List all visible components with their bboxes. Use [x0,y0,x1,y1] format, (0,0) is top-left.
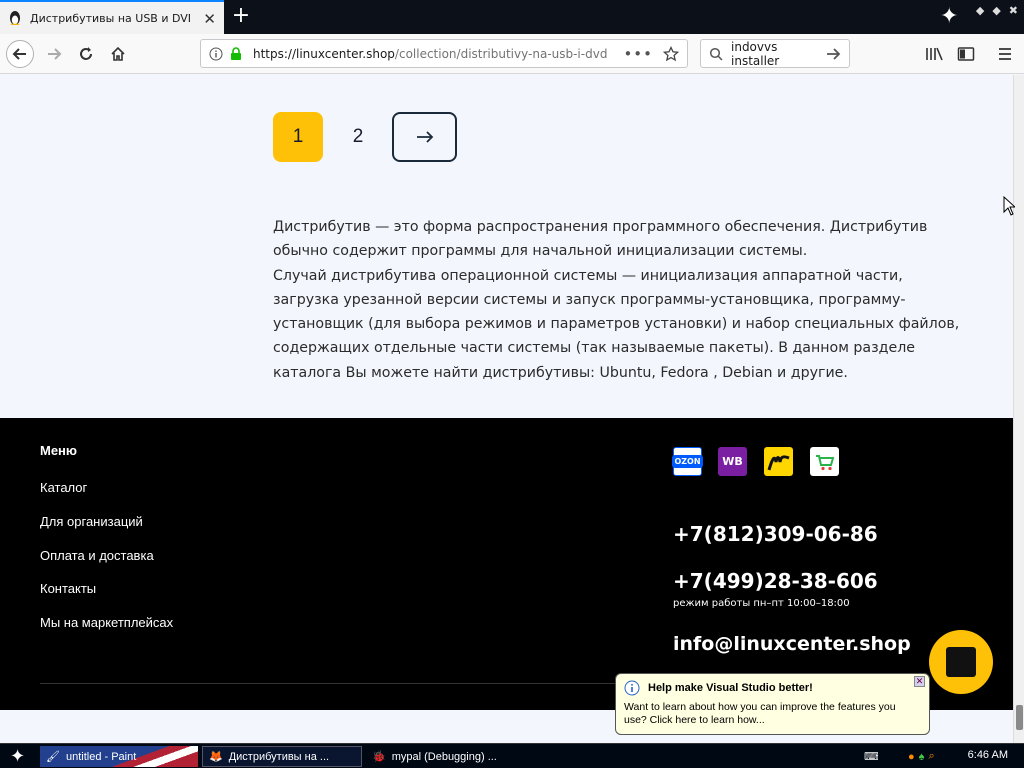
tray-icon-2[interactable]: ♠ [919,751,925,763]
page-scrollbar[interactable] [1013,75,1024,743]
tab-strip: Дистрибутивы на USB и DVD по ✕ + ✦ ◆ ◆ ✖ [0,0,1024,34]
footer-link-payment[interactable]: Оплата и доставка [40,548,154,563]
scrollbar-thumb[interactable] [1016,705,1023,730]
next-page-button[interactable] [392,112,457,162]
paint-icon: 🖌 [46,751,60,763]
visual-studio-notification[interactable]: Help make Visual Studio better! Want to … [615,673,930,735]
browser-tab-active[interactable]: Дистрибутивы на USB и DVD по ✕ [0,0,224,34]
taskbar-item-debugger-label: mypal (Debugging) ... [391,750,497,763]
arrow-right-icon [416,131,433,143]
ozon-button[interactable]: OZON [672,447,703,476]
close-window-icon[interactable]: ✖ [1009,4,1018,17]
close-tab-icon[interactable]: ✕ [203,10,216,28]
phone-spb[interactable]: +7(812)309-06-86 [673,522,878,546]
notification-body[interactable]: Want to learn about how you can improve … [624,701,921,727]
browser-icon: 🦊 [209,751,223,763]
reload-icon [80,47,92,60]
tray-search-icon[interactable]: ⌕ [929,750,935,763]
taskbar-clock: 6:46 AM [967,749,1008,761]
search-go-icon[interactable] [825,46,841,62]
yandex-market-button[interactable] [764,447,793,476]
debugger-icon: 🐞 [372,751,386,763]
taskbar: ✦ 🖌 untitled - Paint 🦊 Дистрибутивы на .… [0,743,1024,768]
footer-link-contacts[interactable]: Контакты [40,581,96,596]
system-tray: ● ♠ ⌕ [902,746,962,767]
info-icon [624,680,640,696]
taskbar-item-paint-label: untitled - Paint [65,750,137,763]
page-2-button[interactable]: 2 [333,112,383,162]
footer-link-marketplaces[interactable]: Мы на маркетплейсах [40,615,173,630]
site-footer: Меню Каталог Для организаций Оплата и до… [0,418,1013,710]
library-button[interactable] [922,42,946,66]
search-input[interactable]: indovvs installer [731,40,825,68]
category-description: Дистрибутив — это форма распространения … [273,215,973,385]
phone-msk[interactable]: +7(499)28-38-606 [673,569,878,593]
page-content: 1 2 Дистрибутив — это форма распростране… [0,75,1013,418]
close-notification-icon[interactable]: ✕ [914,676,925,687]
footer-divider [40,683,620,684]
window-controls: ◆ ◆ ✖ [976,4,1018,17]
arrow-right-icon [48,48,62,60]
chat-button[interactable] [929,630,993,694]
mouse-cursor-icon [1003,196,1015,216]
tab-title: Дистрибутивы на USB и DVD по [30,11,190,25]
home-icon [111,46,125,61]
working-hours: режим работы пн–пт 10:00–18:00 [673,598,850,609]
search-bar[interactable]: indovvs installer [700,39,850,68]
ozon-logo: OZON [672,455,703,468]
sidebar-icon [957,47,975,61]
lock-icon [231,46,241,60]
description-paragraph-1: Дистрибутив — это форма распространения … [273,219,928,260]
bookmark-star-icon[interactable] [663,45,679,62]
footer-menu-title: Меню [40,443,78,458]
start-button[interactable]: ✦ [4,746,34,767]
footer-link-catalog[interactable]: Каталог [40,480,87,495]
menu-button[interactable] [993,42,1017,66]
keyboard-tray-icon[interactable]: ⌨ [858,746,878,767]
shopping-cart-icon [815,454,834,470]
tux-icon [10,11,20,25]
notification-title: Help make Visual Studio better! [624,680,921,696]
taskbar-item-paint[interactable]: 🖌 untitled - Paint [40,746,198,767]
new-tab-button[interactable]: + [228,3,254,29]
sidebar-button[interactable] [954,42,978,66]
minimize-icon[interactable]: ◆ [976,4,984,17]
page-1-button[interactable]: 1 [273,112,323,162]
home-button[interactable] [104,40,132,68]
url-text: https://linuxcenter.shop/collection/dist… [253,46,608,61]
taskbar-item-browser-label: Дистрибутивы на ... [228,750,330,763]
search-icon [709,47,723,61]
page-actions-icon[interactable]: ••• [623,45,653,63]
arrow-left-icon [12,48,26,60]
taskbar-item-debugger[interactable]: 🐞 mypal (Debugging) ... [366,746,516,767]
footer-email[interactable]: info@linuxcenter.shop [673,633,911,655]
yandex-market-icon [767,454,790,470]
info-icon[interactable] [209,47,223,61]
library-icon [926,47,943,61]
tray-icon-1[interactable]: ● [908,751,915,763]
wildberries-button[interactable]: WB [718,447,747,476]
maximize-icon[interactable]: ◆ [992,4,1000,17]
hamburger-icon [999,48,1011,60]
footer-link-organizations[interactable]: Для организаций [40,514,143,529]
sber-market-button[interactable] [810,447,839,476]
navigation-bar: https://linuxcenter.shop/collection/dist… [0,34,1024,74]
description-paragraph-2: Случай дистрибутива операционной системы… [273,267,960,381]
chat-icon [946,647,976,677]
forward-button[interactable] [40,40,68,68]
wb-logo: WB [722,455,743,468]
star-icon: ✦ [940,4,959,29]
reload-button[interactable] [72,40,100,68]
notification-title-text: Help make Visual Studio better! [648,682,813,694]
address-bar[interactable]: https://linuxcenter.shop/collection/dist… [200,39,688,68]
taskbar-item-browser[interactable]: 🦊 Дистрибутивы на ... [202,746,362,767]
back-button[interactable] [6,40,34,68]
